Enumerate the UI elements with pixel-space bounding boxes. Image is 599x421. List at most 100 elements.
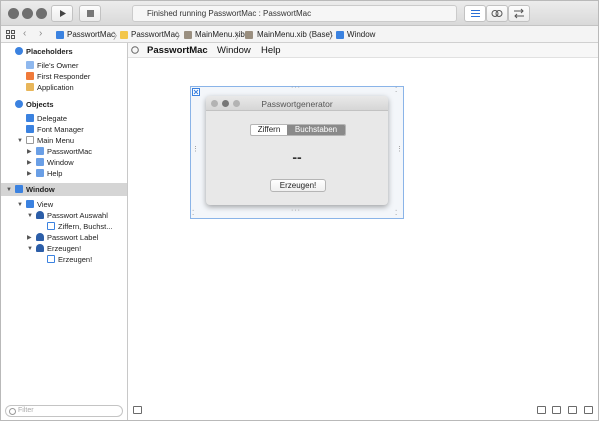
activity-status: Finished running PasswortMac : PasswortM… [132, 5, 457, 22]
outline-erzeugen-cell[interactable]: Erzeugen! [47, 254, 92, 266]
cube-icon [26, 114, 34, 122]
status-text: Finished running PasswortMac : PasswortM… [147, 9, 312, 18]
crumb-window[interactable]: Window [347, 30, 375, 39]
embed-in-icon[interactable] [537, 406, 546, 414]
crumb-group[interactable]: PasswortMac [131, 30, 179, 39]
menu-window[interactable]: Window [217, 45, 251, 56]
toolbar: Finished running PasswortMac : PasswortM… [1, 1, 598, 26]
apple-menu-icon[interactable] [131, 46, 139, 54]
outline-label: View [37, 200, 54, 209]
disclosure-open-icon[interactable]: ▼ [27, 210, 33, 222]
outline-window[interactable]: Window [15, 184, 55, 196]
resize-handle-corner[interactable]: ⁚ [395, 209, 398, 217]
assistant-editor-button[interactable] [486, 5, 508, 22]
outline-label: Placeholders [26, 47, 73, 56]
link-rings-icon [491, 10, 503, 17]
control-icon [36, 233, 44, 241]
forward-button[interactable]: › [39, 28, 42, 39]
disclosure-open-icon[interactable]: ▼ [27, 243, 33, 255]
stop-icon [87, 10, 94, 17]
menu-help[interactable]: Help [261, 45, 281, 56]
outline-label: First Responder [37, 72, 91, 81]
resize-handle-left[interactable]: ⋮ [192, 145, 200, 153]
cell-icon [47, 222, 55, 230]
window-title: Passwortgenerator [261, 99, 333, 109]
view-icon [26, 200, 34, 208]
back-button[interactable]: ‹ [23, 28, 26, 39]
outline-label: Window [26, 185, 55, 194]
outline-objects[interactable]: Objects [15, 99, 54, 111]
outline-menu-help[interactable]: Help [36, 168, 62, 180]
outline-label: File's Owner [37, 61, 79, 70]
menu-item-icon [36, 147, 44, 155]
outline-label: Ziffern, Buchst... [58, 222, 113, 231]
xib-file-icon [245, 31, 253, 39]
zoom-window-button[interactable] [36, 8, 47, 19]
outline-label: Help [47, 169, 63, 178]
play-icon [60, 10, 66, 17]
crumb-project[interactable]: PasswortMac [67, 30, 115, 39]
outline-label: Main Menu [37, 136, 75, 145]
version-editor-button[interactable] [508, 5, 530, 22]
align-icon[interactable] [552, 406, 561, 414]
resolve-issues-icon[interactable] [584, 406, 593, 414]
window-icon [15, 185, 23, 193]
standard-editor-button[interactable] [464, 5, 486, 22]
cube-icon [26, 72, 34, 80]
document-outline: Placeholders File's Owner First Responde… [1, 43, 128, 420]
resize-handle-corner[interactable]: ⁚ [395, 86, 398, 94]
outline-application[interactable]: Application [26, 82, 74, 94]
xib-file-icon [184, 31, 192, 39]
outline-label: Passwort Auswahl [47, 211, 108, 220]
outline-label: Window [47, 158, 74, 167]
window-icon [336, 31, 344, 39]
menu-icon [26, 136, 34, 144]
outline-label: Erzeugen! [47, 244, 82, 253]
cube-icon [15, 100, 23, 108]
segment-buchstaben[interactable]: Buchstaben [287, 125, 345, 135]
resize-handle-bottom[interactable]: ··· [291, 207, 301, 214]
run-button[interactable] [51, 5, 73, 22]
filter-placeholder: Filter [18, 407, 34, 414]
close-icon[interactable] [192, 88, 200, 96]
window-title-bar[interactable]: Passwortgenerator [206, 96, 388, 111]
passwort-auswahl-segmented-control[interactable]: Ziffern Buchstaben [250, 124, 346, 136]
segment-ziffern[interactable]: Ziffern [251, 125, 287, 135]
disclosure-open-icon[interactable]: ▼ [6, 184, 12, 196]
cube-icon [26, 125, 34, 133]
xcode-window: Finished running PasswortMac : PasswortM… [0, 0, 599, 421]
crumb-separator: 〉 [235, 31, 245, 41]
resize-handle-right[interactable]: ⋮ [396, 145, 404, 153]
disclosure-open-icon[interactable]: ▼ [17, 135, 23, 147]
outline-placeholders[interactable]: Placeholders [15, 46, 73, 58]
outline-label: Passwort Label [47, 233, 99, 242]
stop-button[interactable] [79, 5, 101, 22]
cube-icon [15, 47, 23, 55]
crumb-localization[interactable]: MainMenu.xib (Base) [257, 30, 333, 39]
cell-icon [47, 255, 55, 263]
menu-bar-preview: PasswortMac Window Help [128, 43, 598, 58]
disclosure-open-icon[interactable]: ▼ [17, 199, 23, 211]
interface-builder-canvas: PasswortMac Window Help ··· ··· ⋮ ⋮ ⁚ ⁚ … [128, 43, 598, 420]
resize-handle-corner[interactable]: ⁚ [192, 209, 195, 217]
outline-label: Delegate [37, 114, 68, 123]
pin-icon[interactable] [568, 406, 577, 414]
resize-handle-top[interactable]: ··· [291, 84, 301, 91]
passwortgenerator-window[interactable]: Passwortgenerator Ziffern Buchstaben -- … [206, 96, 388, 205]
menu-item-icon [36, 169, 44, 177]
control-icon [36, 211, 44, 219]
outline-label: Font Manager [37, 125, 84, 134]
outline-filter-field[interactable]: Filter [5, 405, 123, 417]
app-icon [26, 83, 34, 91]
close-window-button[interactable] [8, 8, 19, 19]
outline-label: PasswortMac [47, 147, 93, 156]
filter-icon [9, 408, 16, 415]
minimize-window-button[interactable] [22, 8, 33, 19]
related-items-icon[interactable] [6, 30, 15, 39]
menu-passwortmac[interactable]: PasswortMac [147, 45, 208, 56]
disclosure-closed-icon[interactable]: ▶ [27, 168, 32, 180]
outline-label: Application [37, 83, 74, 92]
arrows-icon [514, 8, 524, 19]
sidebar-toggle-icon[interactable] [133, 406, 142, 414]
erzeugen-button[interactable]: Erzeugen! [270, 179, 326, 192]
